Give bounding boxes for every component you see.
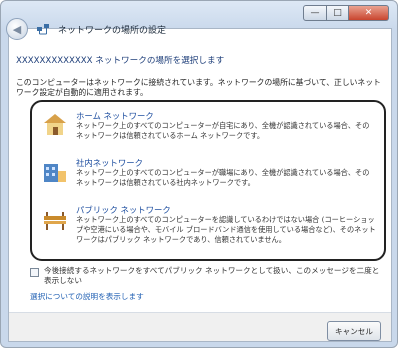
home-network-option[interactable]: ホーム ネットワーク ネットワーク上のすべてのコンピューターが自宅にあり、全機が…	[36, 108, 380, 156]
help-link[interactable]: 選択についての説明を表示します	[30, 291, 144, 302]
option-description: ネットワーク上のすべてのコンピューターを認識しているわけではない場合 (コーヒー…	[76, 215, 376, 244]
close-button[interactable]: ✕	[349, 5, 389, 21]
window-title: ネットワークの場所の設定	[58, 25, 167, 36]
home-network-icon	[42, 112, 68, 138]
checkbox-label[interactable]: 今後接続するネットワークをすべてパブリック ネットワークとして扱い、このメッセー…	[30, 266, 385, 286]
network-icon	[36, 21, 50, 38]
maximize-button[interactable]: □	[327, 5, 349, 21]
minimize-button[interactable]: —	[303, 5, 327, 21]
work-network-option[interactable]: 社内ネットワーク ネットワーク上のすべてのコンピューターが職場にあり、全機が認識…	[36, 155, 380, 203]
option-description: ネットワーク上のすべてのコンピューターが自宅にあり、全機が認識されている場合、そ…	[76, 121, 370, 140]
back-button[interactable]: ◀	[6, 18, 28, 40]
dialog-heading: XXXXXXXXXXXXX ネットワークの場所を選択します	[16, 56, 225, 66]
caption-buttons: — □ ✕	[303, 5, 389, 21]
treat-all-public-checkbox[interactable]	[30, 268, 39, 277]
title-bar: ◀ ネットワークの場所の設定	[6, 14, 166, 44]
dialog-footer: キャンセル	[9, 312, 391, 341]
cancel-button[interactable]: キャンセル	[327, 321, 381, 341]
public-network-option[interactable]: パブリック ネットワーク ネットワーク上のすべてのコンピューターを認識しているわ…	[36, 202, 380, 258]
treat-all-public-row: 今後接続するネットワークをすべてパブリック ネットワークとして扱い、このメッセー…	[30, 266, 385, 286]
intro-text: このコンピューターはネットワークに接続されています。ネットワークの場所に基づいて…	[16, 78, 381, 97]
network-location-options: ホーム ネットワーク ネットワーク上のすべてのコンピューターが自宅にあり、全機が…	[30, 100, 386, 261]
work-network-icon	[42, 159, 68, 185]
public-network-icon	[42, 206, 68, 232]
option-description: ネットワーク上のすべてのコンピューターが職場にあり、全機が認識されている場合、そ…	[76, 168, 370, 187]
